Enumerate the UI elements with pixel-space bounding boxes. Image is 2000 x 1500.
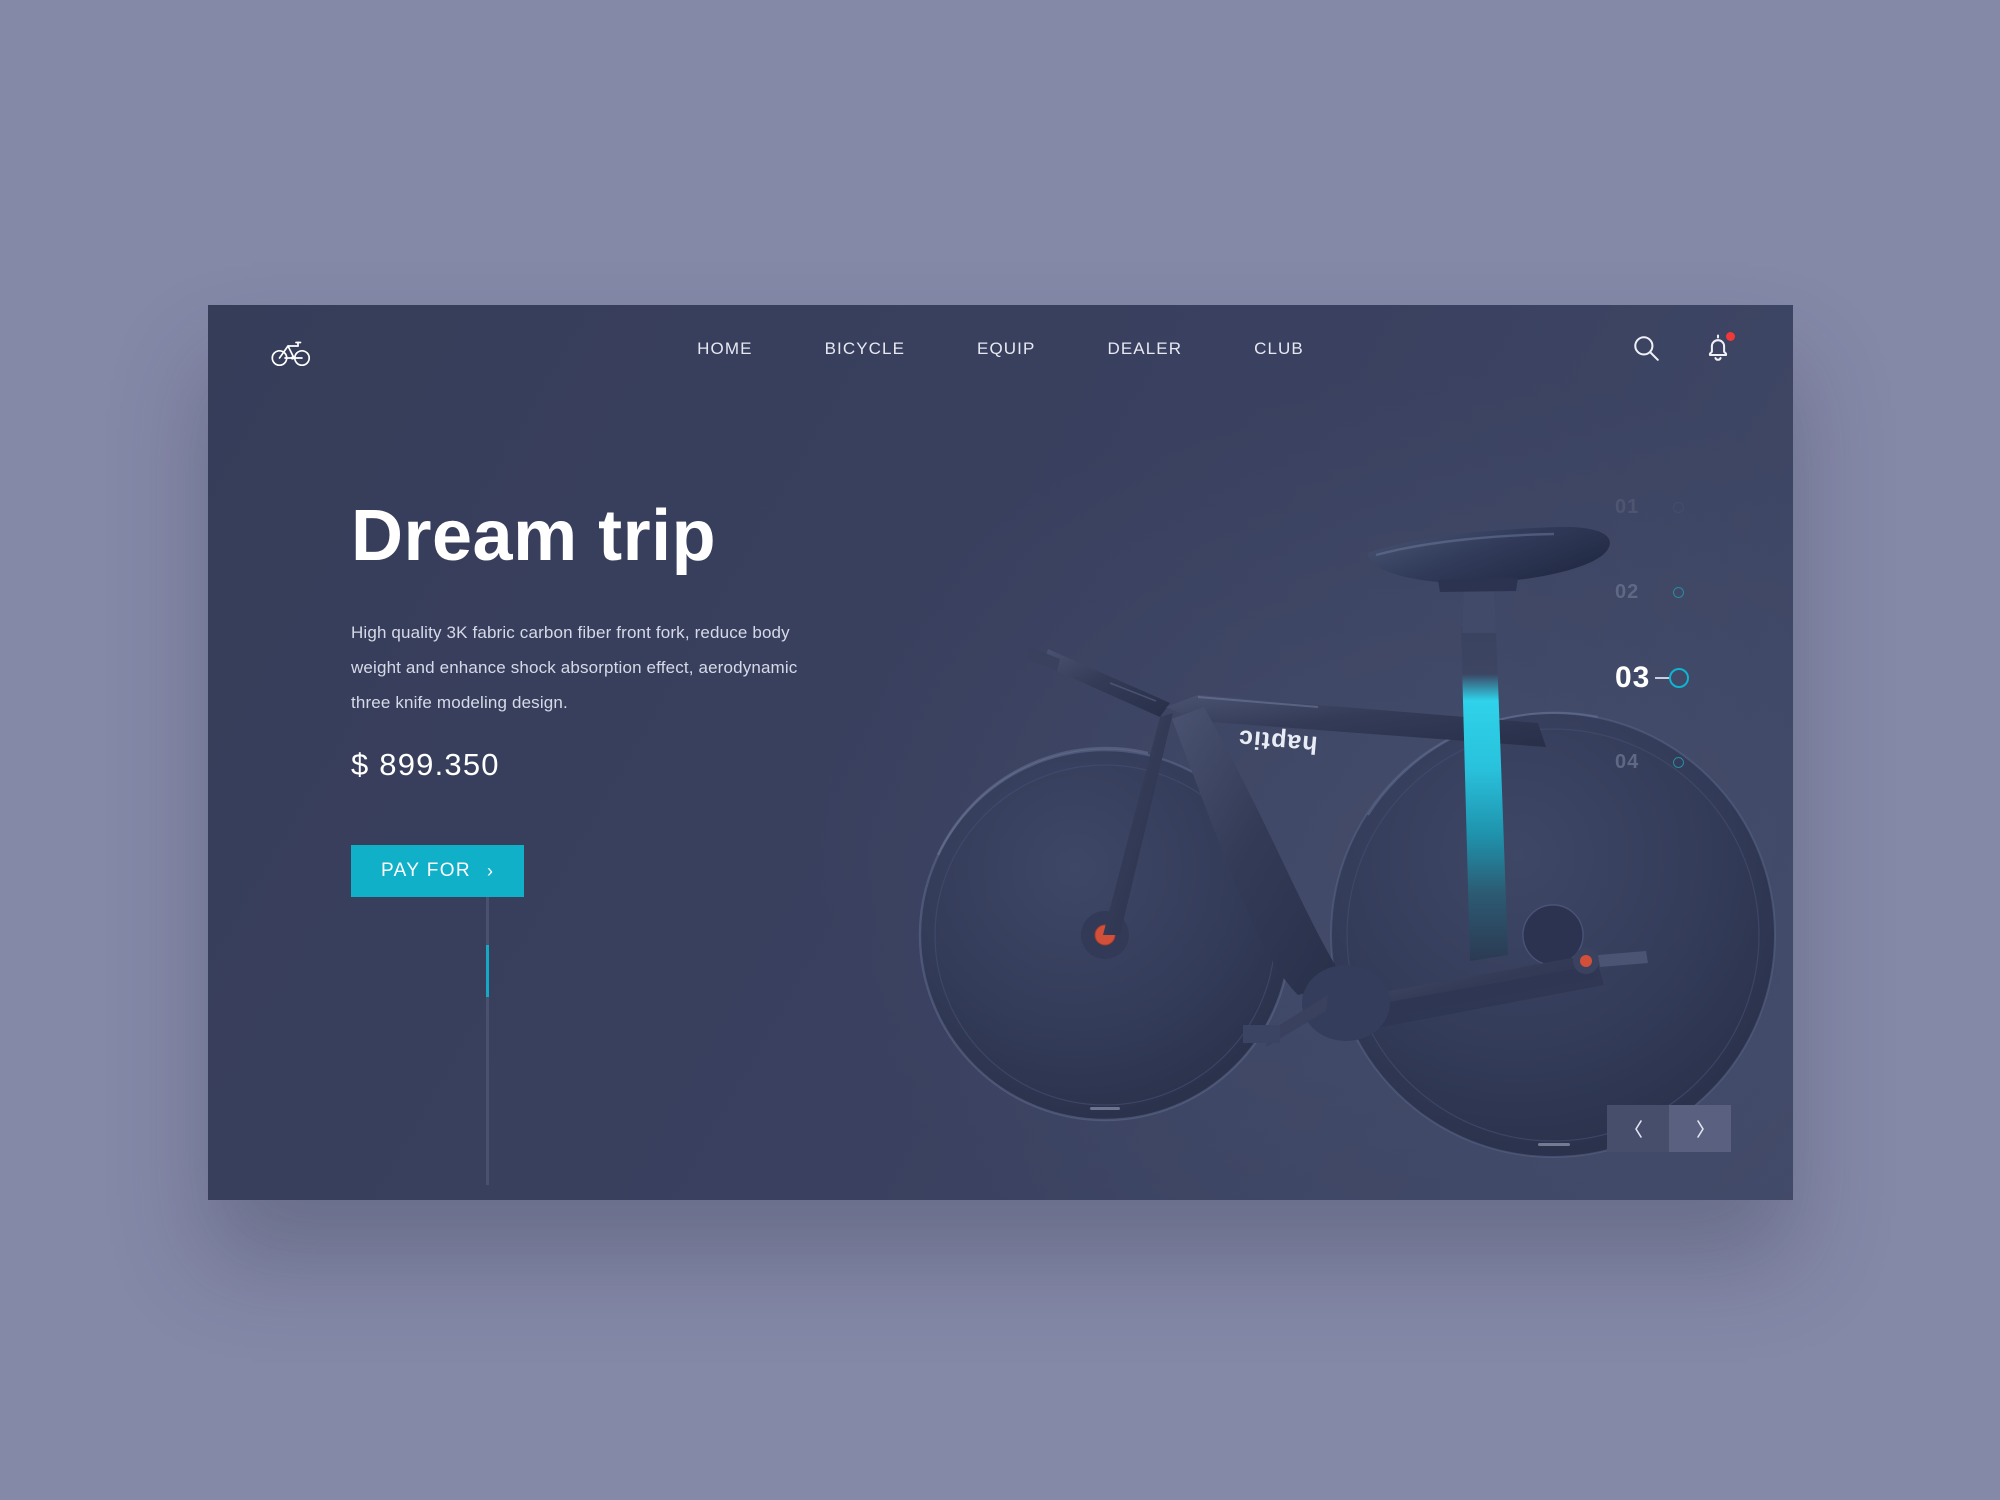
pay-for-button-label: PAY FOR [381, 859, 472, 881]
product-price: $ 899.350 [351, 746, 500, 782]
frame-brand-text: haptic [1237, 724, 1319, 759]
pagination-number: 03 [1615, 660, 1651, 694]
nav-actions [1631, 332, 1735, 363]
pagination-dot-icon [1673, 502, 1684, 513]
notification-badge [1726, 332, 1735, 341]
scroll-indicator-rail[interactable] [486, 890, 489, 1185]
hero-card: HOME BICYCLE EQUIP DEALER CLUB Dream tri… [208, 305, 1793, 1200]
search-icon[interactable] [1631, 333, 1661, 363]
pagination-item-03[interactable]: 03 [1615, 635, 1735, 720]
carousel-next-button[interactable] [1669, 1105, 1731, 1152]
navbar: HOME BICYCLE EQUIP DEALER CLUB [208, 305, 1793, 405]
nav-item-home[interactable]: HOME [661, 339, 788, 359]
hero-description: High quality 3K fabric carbon fiber fron… [351, 623, 798, 712]
nav-item-bicycle[interactable]: BICYCLE [789, 339, 941, 359]
page-title: Dream trip [351, 496, 717, 576]
bicycle-icon[interactable] [271, 335, 311, 369]
carousel-nav [1607, 1105, 1731, 1152]
pagination-item-04[interactable]: 04 [1615, 720, 1735, 805]
pagination-dot-icon [1673, 757, 1684, 768]
chevron-right-icon [1693, 1118, 1708, 1140]
nav-item-club[interactable]: CLUB [1218, 339, 1340, 359]
carousel-prev-button[interactable] [1607, 1105, 1669, 1152]
nav-item-dealer[interactable]: DEALER [1071, 339, 1218, 359]
chevron-left-icon [1631, 1118, 1646, 1140]
bell-icon[interactable] [1703, 332, 1735, 363]
pagination-item-02[interactable]: 02 [1615, 550, 1735, 635]
front-wheel [918, 746, 1292, 1122]
nav-menu: HOME BICYCLE EQUIP DEALER CLUB [661, 339, 1340, 359]
chevron-right-icon: › [487, 860, 495, 881]
pagination-dot-icon [1673, 587, 1684, 598]
pay-for-button[interactable]: PAY FOR › [351, 844, 525, 897]
pagination-item-01[interactable]: 01 [1615, 465, 1735, 550]
pagination-number: 01 [1615, 496, 1640, 518]
slide-pagination: 01 02 03 04 [1615, 465, 1735, 805]
bike-frame: haptic [1027, 526, 1648, 1047]
pagination-number: 02 [1615, 581, 1640, 603]
pagination-dot-icon [1669, 667, 1689, 688]
nav-item-equip[interactable]: EQUIP [941, 339, 1071, 359]
scroll-indicator-thumb[interactable] [486, 945, 489, 997]
pagination-number: 04 [1615, 751, 1640, 773]
hero-content: Dream trip High quality 3K fabric carbon… [351, 500, 871, 897]
